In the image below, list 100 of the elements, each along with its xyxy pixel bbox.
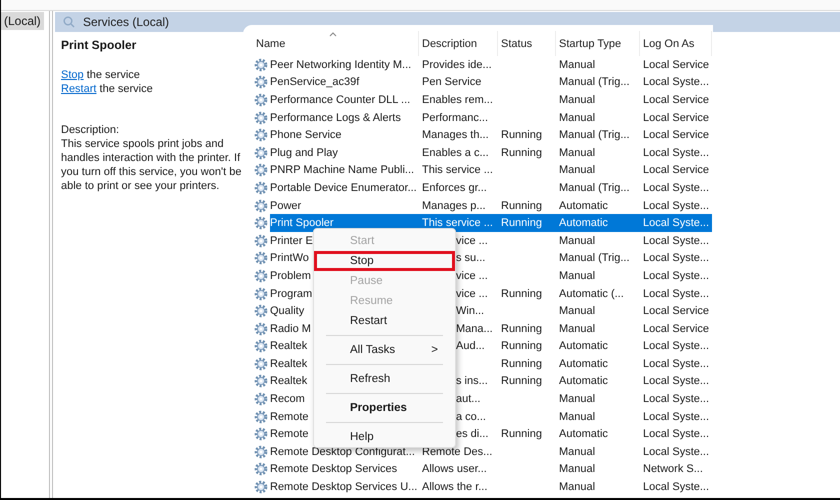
- gear-icon: [254, 180, 268, 195]
- table-cell: Automatic: [559, 375, 608, 388]
- gear-icon: [254, 92, 268, 107]
- service-name[interactable]: Performance Logs & Alerts: [270, 108, 419, 126]
- service-name[interactable]: Remote Desktop Services U...: [270, 478, 424, 496]
- table-cell: vice ...: [456, 288, 488, 300]
- table-cell: Local Syste...: [643, 393, 710, 406]
- gear-icon: [254, 304, 268, 318]
- table-cell: Manual (Trig...: [559, 76, 630, 88]
- gear-icon: [254, 146, 268, 160]
- gear-icon: [254, 216, 268, 230]
- table-cell: This service ...: [422, 164, 493, 176]
- table-cell: Enables rem...: [422, 94, 493, 106]
- table-cell: Local Syste...: [643, 200, 710, 212]
- menu-item[interactable]: Properties: [314, 398, 455, 418]
- gear-icon: [254, 198, 268, 213]
- service-name[interactable]: PenService_ac39f: [270, 74, 419, 92]
- column-header[interactable]: Description: [419, 31, 498, 56]
- table-cell: Manual: [559, 164, 596, 176]
- table-cell: Manual: [559, 305, 596, 318]
- table-cell: vice ...: [456, 234, 488, 247]
- table-cell: Local Service: [643, 322, 710, 335]
- menu-item[interactable]: Stop: [314, 251, 455, 271]
- table-cell: Manual (Trig...: [559, 182, 630, 194]
- service-name[interactable]: PNRP Machine Name Publi...: [270, 162, 420, 180]
- service-name[interactable]: Phone Service: [270, 126, 419, 144]
- table-cell: aut...: [456, 393, 480, 406]
- menu-item[interactable]: Help: [314, 427, 455, 447]
- column-header[interactable]: Name: [243, 31, 419, 56]
- table-cell: Local Service: [643, 58, 710, 71]
- tree-item[interactable]: (Local): [1, 12, 44, 30]
- gear-icon: [254, 128, 268, 142]
- table-cell: Automatic: [559, 358, 608, 370]
- table-cell: Remote Des...: [422, 446, 492, 458]
- sort-icon: [329, 31, 337, 37]
- table-cell: Manual: [559, 234, 596, 247]
- table-cell: Local Service: [643, 129, 710, 142]
- service-title: Print Spooler: [61, 38, 138, 52]
- table-cell: Running: [501, 375, 542, 388]
- column-header[interactable]: Startup Type: [556, 31, 640, 56]
- table-cell: Enforces gr...: [422, 182, 487, 194]
- table-cell: Manual (Trig...: [559, 252, 630, 264]
- table-cell: Provides ide...: [422, 58, 492, 71]
- table-cell: Manual: [559, 410, 596, 423]
- table-cell: Manual: [559, 270, 596, 282]
- panel-title: Services (Local): [83, 15, 170, 29]
- table-cell: Local Service: [643, 164, 710, 176]
- gear-icon: [254, 286, 268, 301]
- column-header[interactable]: Status: [498, 31, 556, 56]
- table-cell: Enables a c...: [422, 146, 489, 159]
- gear-icon: [254, 58, 268, 72]
- gear-icon: [254, 392, 268, 406]
- description-text: This service spools print jobs and handles interaction with the printer. If you turn off this service, you won't be able to print or see your printers.: [61, 137, 242, 193]
- gear-icon: [254, 480, 268, 494]
- table-cell: Manual: [559, 58, 596, 71]
- table-cell: s su...: [456, 252, 486, 264]
- table-cell: Local Syste...: [643, 375, 710, 388]
- menu-item[interactable]: Restart: [314, 311, 455, 331]
- table-cell: Local Syste...: [643, 410, 710, 423]
- service-name[interactable]: Portable Device Enumerator...: [270, 179, 423, 197]
- action-link[interactable]: Restart: [61, 83, 96, 95]
- table-cell: Local Syste...: [643, 217, 710, 230]
- gear-icon: [254, 410, 268, 424]
- search-icon: [63, 16, 75, 28]
- table-cell: Automatic: [559, 428, 608, 440]
- gear-icon: [254, 75, 268, 90]
- table-cell: Win...: [456, 305, 484, 318]
- gear-icon: [254, 462, 268, 476]
- column-header[interactable]: Log On As: [640, 31, 712, 56]
- table-cell: Local Syste...: [643, 270, 710, 282]
- table-cell: Manual: [559, 481, 596, 494]
- service-name[interactable]: Remote Desktop Services: [270, 460, 419, 478]
- table-cell: Local Syste...: [643, 146, 710, 159]
- service-name[interactable]: Peer Networking Identity M...: [270, 56, 419, 74]
- table-cell: Local Syste...: [643, 182, 710, 194]
- table-cell: Local Syste...: [643, 340, 710, 352]
- table-cell: Local Syste...: [643, 446, 710, 458]
- menu-item[interactable]: Refresh: [314, 369, 455, 389]
- table-cell: This service ...: [422, 217, 493, 230]
- table-cell: Local Syste...: [643, 481, 710, 494]
- table-cell: Performanc...: [422, 112, 488, 124]
- table-cell: Local Syste...: [643, 358, 710, 370]
- table-cell: Running: [501, 129, 542, 142]
- description-label: Description:: [61, 123, 120, 137]
- service-name[interactable]: Power: [270, 196, 419, 214]
- gear-icon: [254, 444, 268, 459]
- gear-icon: [254, 356, 268, 371]
- table-cell: Local Service: [643, 112, 710, 124]
- service-name[interactable]: Plug and Play: [270, 144, 419, 162]
- table-cell: Running: [501, 288, 542, 300]
- table-cell: Manual: [559, 393, 596, 406]
- action-link[interactable]: Stop: [61, 69, 84, 81]
- table-cell: Automatic: [559, 340, 608, 352]
- menu-item[interactable]: All Tasks >: [314, 340, 455, 360]
- table-cell: Manages th...: [422, 129, 489, 142]
- table-cell: Manual (Trig...: [559, 129, 630, 142]
- service-name[interactable]: Performance Counter DLL ...: [270, 91, 419, 109]
- table-cell: Manual: [559, 322, 596, 335]
- table-cell: Running: [501, 340, 542, 352]
- table-cell: Mana...: [456, 322, 493, 335]
